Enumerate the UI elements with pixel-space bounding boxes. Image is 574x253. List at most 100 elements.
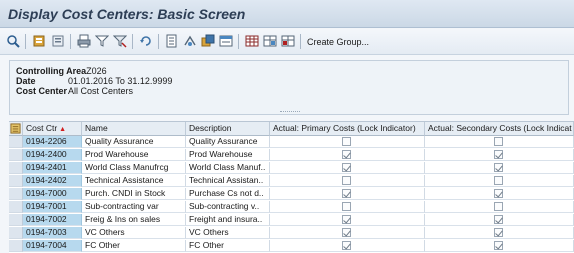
create-group-button[interactable]: Create Group... xyxy=(307,37,369,47)
cell-description[interactable]: FC Other xyxy=(186,240,270,252)
insert-row-icon[interactable] xyxy=(263,34,277,48)
first-page-icon[interactable] xyxy=(32,34,46,48)
lock-checkbox-checked[interactable] xyxy=(493,241,503,250)
selection-header: Controlling AreaZ026 Date 01.01.2016 To 3… xyxy=(9,60,569,115)
lock-checkbox-checked[interactable] xyxy=(493,150,503,159)
sort-icon[interactable] xyxy=(183,34,197,48)
lock-checkbox-unchecked[interactable] xyxy=(341,176,351,185)
cell-name[interactable]: World Class Manufrcg xyxy=(82,162,186,174)
cost-center-table: Cost Ctr ▲ Name Description Actual: Prima… xyxy=(9,121,574,253)
row-selector[interactable] xyxy=(9,240,23,252)
cell-name[interactable]: Freig & Ins on sales xyxy=(82,214,186,226)
row-selector[interactable] xyxy=(9,214,23,226)
cell-name[interactable]: Quality Assurance xyxy=(82,136,186,148)
lock-checkbox-unchecked[interactable] xyxy=(493,137,503,146)
title-bar: Display Cost Centers: Basic Screen xyxy=(0,0,574,28)
row-selector[interactable] xyxy=(9,162,23,174)
lock-checkbox-checked[interactable] xyxy=(493,215,503,224)
lock-checkbox-checked[interactable] xyxy=(341,189,351,198)
cell-description[interactable]: Technical Assistan.. xyxy=(186,175,270,187)
filter-icon[interactable] xyxy=(95,34,109,48)
print-icon[interactable] xyxy=(77,34,91,48)
cell-cost-ctr[interactable]: 0194-7002 xyxy=(23,214,82,226)
resize-grip[interactable] xyxy=(280,111,300,113)
lock-checkbox-checked[interactable] xyxy=(493,189,503,198)
cell-primary-lock xyxy=(270,136,425,148)
export-icon[interactable] xyxy=(165,34,179,48)
lock-checkbox-unchecked[interactable] xyxy=(341,137,351,146)
cell-secondary-lock xyxy=(425,227,574,239)
lock-checkbox-checked[interactable] xyxy=(341,241,351,250)
cell-description[interactable]: Freight and insura.. xyxy=(186,214,270,226)
cell-cost-ctr[interactable]: 0194-2401 xyxy=(23,162,82,174)
cell-primary-lock xyxy=(270,162,425,174)
lock-checkbox-unchecked[interactable] xyxy=(341,202,351,211)
cell-description[interactable]: World Class Manuf.. xyxy=(186,162,270,174)
cell-cost-ctr[interactable]: 0194-2206 xyxy=(23,136,82,148)
select-all-icon[interactable] xyxy=(9,122,23,136)
column-header-secondary-lock[interactable]: Actual: Secondary Costs (Lock Indicat xyxy=(425,122,574,136)
column-header-primary-lock[interactable]: Actual: Primary Costs (Lock Indicator) xyxy=(270,122,425,136)
column-header-description[interactable]: Description xyxy=(186,122,270,136)
cell-primary-lock xyxy=(270,214,425,226)
refresh-icon[interactable] xyxy=(139,34,153,48)
row-selector[interactable] xyxy=(9,175,23,187)
cell-secondary-lock xyxy=(425,136,574,148)
cell-cost-ctr[interactable]: 0194-7000 xyxy=(23,188,82,200)
date-value: 01.01.2016 To 31.12.9999 xyxy=(68,76,173,86)
page-title: Display Cost Centers: Basic Screen xyxy=(8,6,246,22)
cell-secondary-lock xyxy=(425,149,574,161)
cell-name[interactable]: Sub-contracting var xyxy=(82,201,186,213)
lock-checkbox-checked[interactable] xyxy=(341,228,351,237)
cell-cost-ctr[interactable]: 0194-2402 xyxy=(23,175,82,187)
cell-secondary-lock xyxy=(425,240,574,252)
cell-description[interactable]: Purchase Cs not d.. xyxy=(186,188,270,200)
cell-description[interactable]: Quality Assurance xyxy=(186,136,270,148)
row-selector[interactable] xyxy=(9,227,23,239)
row-selector[interactable] xyxy=(9,136,23,148)
cell-primary-lock xyxy=(270,227,425,239)
cell-cost-ctr[interactable]: 0194-2400 xyxy=(23,149,82,161)
lock-checkbox-unchecked[interactable] xyxy=(493,176,503,185)
toolbar-separator xyxy=(132,34,133,49)
cell-name[interactable]: Technical Assistance xyxy=(82,175,186,187)
cell-description[interactable]: Sub-contracting v.. xyxy=(186,201,270,213)
set-filter-icon[interactable] xyxy=(113,34,127,48)
last-page-icon[interactable] xyxy=(51,34,65,48)
row-selector[interactable] xyxy=(9,149,23,161)
cell-name[interactable]: FC Other xyxy=(82,240,186,252)
cell-name[interactable]: Purch. CNDI in Stock xyxy=(82,188,186,200)
cell-secondary-lock xyxy=(425,201,574,213)
cell-primary-lock xyxy=(270,188,425,200)
row-selector[interactable] xyxy=(9,188,23,200)
sort-ascending-icon: ▲ xyxy=(59,126,67,133)
cell-cost-ctr[interactable]: 0194-7001 xyxy=(23,201,82,213)
copy-icon[interactable] xyxy=(201,34,215,48)
controlling-area-row: Controlling AreaZ026 xyxy=(16,66,107,76)
lock-checkbox-unchecked[interactable] xyxy=(493,202,503,211)
toolbar-separator xyxy=(238,34,239,49)
lock-checkbox-checked[interactable] xyxy=(341,215,351,224)
select-icon[interactable] xyxy=(6,34,20,48)
lock-checkbox-checked[interactable] xyxy=(493,163,503,172)
column-header-cost-ctr[interactable]: Cost Ctr ▲ xyxy=(23,122,82,136)
lock-checkbox-checked[interactable] xyxy=(341,150,351,159)
cost-center-label: Cost Center xyxy=(16,86,68,96)
details-icon[interactable] xyxy=(219,34,233,48)
cell-name[interactable]: Prod Warehouse xyxy=(82,149,186,161)
cell-description[interactable]: VC Others xyxy=(186,227,270,239)
cell-name[interactable]: VC Others xyxy=(82,227,186,239)
lock-checkbox-checked[interactable] xyxy=(341,163,351,172)
delete-row-icon[interactable] xyxy=(281,34,295,48)
date-label: Date xyxy=(16,76,36,86)
controlling-area-label: Controlling Area xyxy=(16,66,87,76)
cell-cost-ctr[interactable]: 0194-7004 xyxy=(23,240,82,252)
table-icon[interactable] xyxy=(245,34,259,48)
cell-cost-ctr[interactable]: 0194-7003 xyxy=(23,227,82,239)
cell-description[interactable]: Prod Warehouse xyxy=(186,149,270,161)
column-header-name[interactable]: Name xyxy=(82,122,186,136)
cell-primary-lock xyxy=(270,201,425,213)
lock-checkbox-checked[interactable] xyxy=(493,228,503,237)
row-selector[interactable] xyxy=(9,201,23,213)
cell-secondary-lock xyxy=(425,162,574,174)
